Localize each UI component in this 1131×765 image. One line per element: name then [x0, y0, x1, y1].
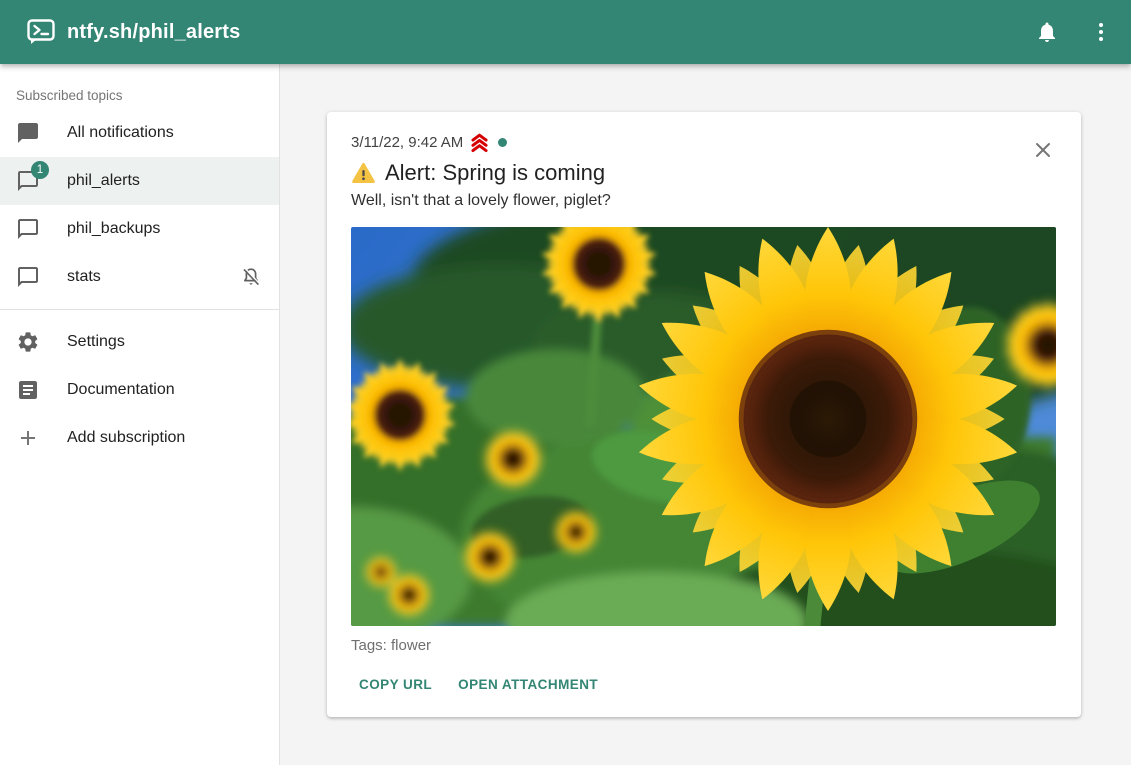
open-attachment-button[interactable]: OPEN ATTACHMENT	[450, 668, 606, 701]
chat-bubble-outline-icon	[16, 265, 40, 289]
close-icon[interactable]	[1029, 136, 1057, 164]
plus-icon	[16, 426, 40, 450]
sidebar-item-label: stats	[67, 268, 101, 286]
sidebar: Subscribed topics All notifications 1 ph…	[0, 64, 280, 765]
sidebar-divider	[0, 309, 279, 310]
notifications-off-icon	[239, 265, 263, 289]
ntfy-logo-icon	[27, 19, 55, 45]
priority-max-icon	[469, 132, 490, 153]
sidebar-item-label: phil_backups	[67, 220, 160, 238]
sidebar-item-phil-backups[interactable]: phil_backups	[0, 205, 279, 253]
sidebar-item-label: Settings	[67, 333, 125, 351]
notification-actions: COPY URL OPEN ATTACHMENT	[351, 668, 1057, 701]
article-icon	[16, 378, 40, 402]
copy-url-button[interactable]: COPY URL	[351, 668, 440, 701]
notification-title-row: Alert: Spring is coming	[351, 160, 1057, 186]
notification-title: Alert: Spring is coming	[385, 160, 605, 186]
sidebar-item-label: Documentation	[67, 381, 175, 399]
notification-tags: Tags: flower	[351, 637, 1057, 654]
attachment-image[interactable]	[351, 227, 1056, 626]
chat-bubble-filled-icon	[16, 121, 40, 145]
main-content: 3/11/22, 9:42 AM Alert: Spring is coming	[281, 64, 1131, 765]
overflow-menu-button[interactable]	[1077, 8, 1125, 56]
notification-body: Well, isn't that a lovely flower, piglet…	[351, 192, 1057, 210]
unread-dot	[498, 138, 507, 147]
unread-count-badge: 1	[31, 161, 49, 179]
gear-icon	[16, 330, 40, 354]
sidebar-item-add-subscription[interactable]: Add subscription	[0, 414, 279, 462]
warning-triangle-icon	[351, 161, 376, 186]
app-header: ntfy.sh/phil_alerts	[0, 0, 1131, 64]
sidebar-item-stats[interactable]: stats	[0, 253, 279, 301]
subscribed-topics-label: Subscribed topics	[0, 74, 279, 109]
notification-timestamp: 3/11/22, 9:42 AM	[351, 134, 463, 151]
sidebar-item-label: phil_alerts	[67, 172, 140, 190]
sidebar-item-label: All notifications	[67, 124, 174, 142]
sidebar-item-label: Add subscription	[67, 429, 185, 447]
notifications-bell-button[interactable]	[1023, 8, 1071, 56]
sidebar-item-phil-alerts[interactable]: 1 phil_alerts	[0, 157, 279, 205]
chat-bubble-outline-icon	[16, 217, 40, 241]
page-title: ntfy.sh/phil_alerts	[67, 21, 240, 44]
sidebar-item-settings[interactable]: Settings	[0, 318, 279, 366]
chat-bubble-outline-icon: 1	[16, 169, 40, 193]
notification-meta-row: 3/11/22, 9:42 AM	[351, 132, 1057, 153]
sidebar-item-documentation[interactable]: Documentation	[0, 366, 279, 414]
sidebar-item-all-notifications[interactable]: All notifications	[0, 109, 279, 157]
notification-card: 3/11/22, 9:42 AM Alert: Spring is coming	[327, 112, 1081, 717]
